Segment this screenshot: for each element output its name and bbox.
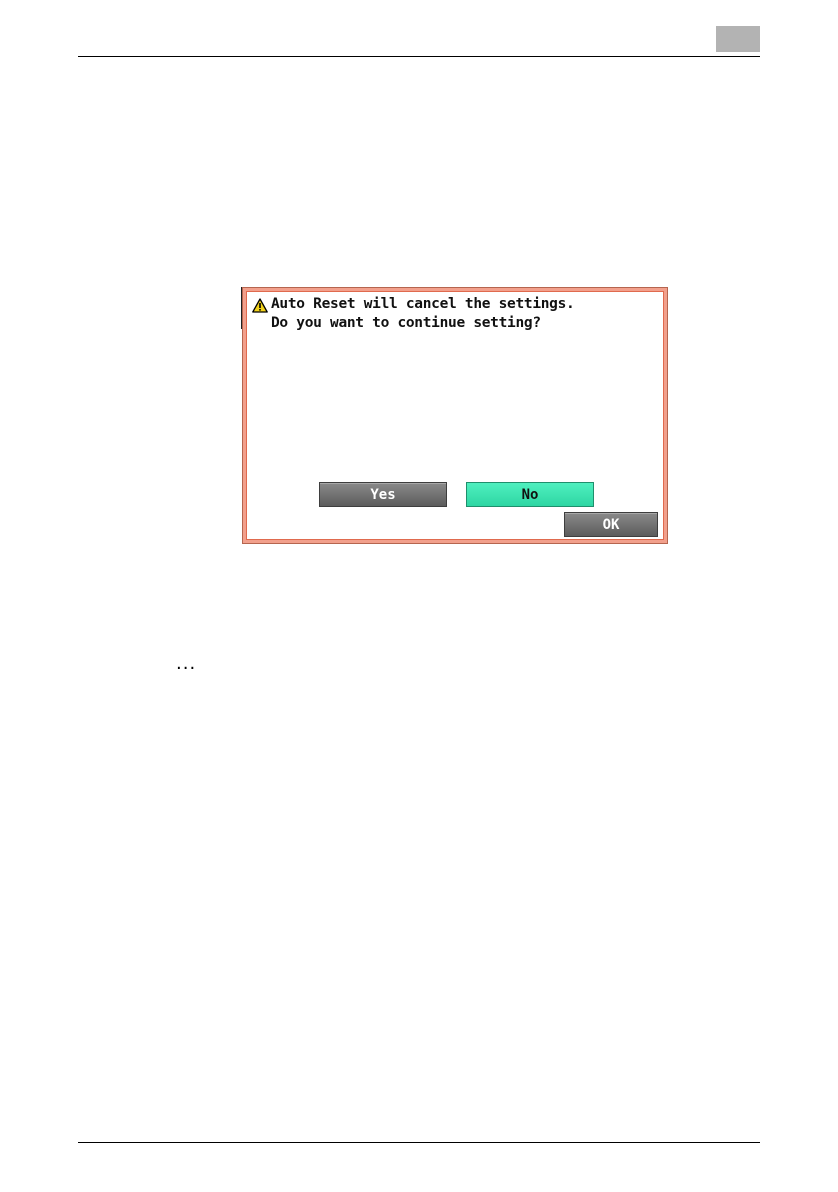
message-line-1: Auto Reset will cancel the settings. [271, 296, 575, 312]
no-button[interactable]: No [466, 482, 594, 507]
message-line-2: Do you want to continue setting? [271, 315, 541, 331]
dialog-body: Auto Reset will cancel the settings. Do … [246, 291, 664, 540]
note-marker: ... [176, 653, 197, 674]
ok-button[interactable]: OK [564, 512, 658, 537]
chapter-tab [716, 26, 760, 52]
header-rule [78, 56, 760, 57]
warning-icon [252, 298, 268, 313]
dialog-message: Auto Reset will cancel the settings. Do … [271, 295, 575, 333]
yes-button[interactable]: Yes [319, 482, 447, 507]
footer-rule [78, 1142, 760, 1143]
confirmation-dialog: Auto Reset will cancel the settings. Do … [242, 287, 668, 544]
